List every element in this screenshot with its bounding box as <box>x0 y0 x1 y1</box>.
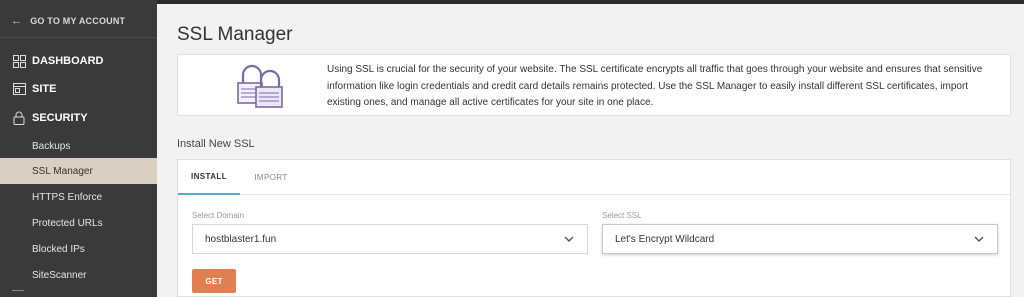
get-button[interactable]: GET <box>192 269 236 293</box>
section-label: Install New SSL <box>177 138 255 150</box>
go-to-account-label: GO TO MY ACCOUNT <box>30 15 126 26</box>
sidebar-item-label: Protected URLs <box>32 217 103 229</box>
sidebar-item-backups[interactable]: Backups <box>0 133 157 159</box>
domain-select-value: hostblaster1.fun <box>205 233 277 245</box>
grid-icon <box>12 54 26 68</box>
install-ssl-card: INSTALL IMPORT Select Domain hostblaster… <box>177 159 1012 297</box>
divider <box>0 37 157 38</box>
ssl-select-value: Let's Encrypt Wildcard <box>615 233 715 245</box>
sidebar-section-security[interactable]: SECURITY <box>0 104 157 132</box>
page-title: SSL Manager <box>177 24 293 45</box>
lock-icon <box>12 111 26 125</box>
padlocks-illustration-icon <box>237 64 283 108</box>
sidebar-item-sitescanner[interactable]: SiteScanner <box>0 262 157 288</box>
partial-icon <box>12 290 24 297</box>
go-to-account-link[interactable]: ← GO TO MY ACCOUNT <box>0 4 157 37</box>
domain-select[interactable]: hostblaster1.fun <box>192 224 588 254</box>
sidebar-item-label: Backups <box>32 140 71 152</box>
sidebar: ← GO TO MY ACCOUNT DASHBOARD SITE SECURI… <box>0 0 157 297</box>
chevron-down-icon <box>564 236 574 242</box>
sidebar-section-dashboard[interactable]: DASHBOARD <box>0 47 157 75</box>
sidebar-item-label: HTTPS Enforce <box>32 191 103 203</box>
sidebar-item-protected-urls[interactable]: Protected URLs <box>0 210 157 236</box>
info-card: Using SSL is crucial for the security of… <box>177 54 1011 116</box>
sidebar-section-site[interactable]: SITE <box>0 75 157 103</box>
ssl-field-label: Select SSL <box>602 211 642 220</box>
tab-import[interactable]: IMPORT <box>240 160 302 195</box>
tab-bar: INSTALL IMPORT <box>178 160 1012 195</box>
tab-install[interactable]: INSTALL <box>178 160 240 195</box>
sidebar-item-label: SSL Manager <box>32 165 93 177</box>
ssl-select[interactable]: Let's Encrypt Wildcard <box>602 224 998 254</box>
sidebar-item-ssl-manager[interactable]: SSL Manager <box>0 158 157 184</box>
arrow-left-icon: ← <box>11 14 23 27</box>
sidebar-section-label: DASHBOARD <box>32 55 104 67</box>
window-icon <box>12 82 26 96</box>
info-text: Using SSL is crucial for the security of… <box>327 64 983 108</box>
sidebar-section-label: SITE <box>32 83 57 95</box>
chevron-down-icon <box>974 236 984 242</box>
sidebar-item-https-enforce[interactable]: HTTPS Enforce <box>0 184 157 210</box>
domain-field-label: Select Domain <box>192 211 245 220</box>
sidebar-section-label: SECURITY <box>32 112 88 124</box>
sidebar-item-blocked-ips[interactable]: Blocked IPs <box>0 236 157 262</box>
sidebar-item-label: Blocked IPs <box>32 243 85 255</box>
main-content: SSL Manager Using SSL is crucial for the… <box>157 4 1024 297</box>
sidebar-item-label: SiteScanner <box>32 269 87 281</box>
